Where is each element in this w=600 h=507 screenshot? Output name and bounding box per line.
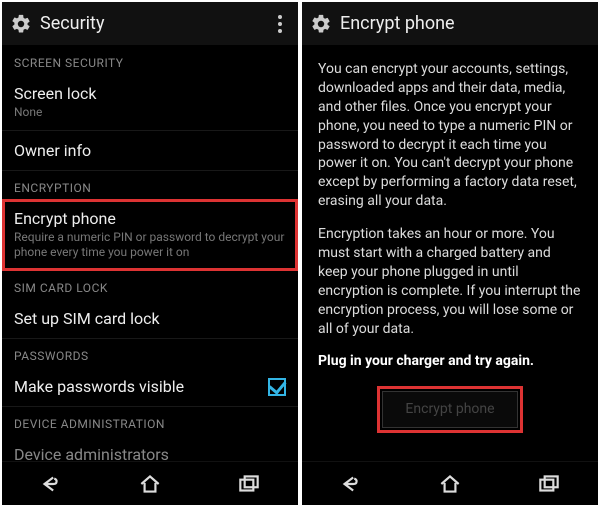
- encrypt-phone-screen: Encrypt phone You can encrypt your accou…: [302, 2, 598, 505]
- row-title: Screen lock: [14, 84, 286, 103]
- settings-list: SCREEN SECURITY Screen lock None Owner i…: [2, 46, 298, 461]
- row-title: Make passwords visible: [14, 377, 268, 396]
- appbar: Encrypt phone: [302, 2, 598, 46]
- gear-icon: [10, 13, 32, 35]
- appbar-title: Security: [40, 13, 104, 34]
- security-settings-screen: Security SCREEN SECURITY Screen lock Non…: [2, 2, 298, 505]
- home-icon[interactable]: [137, 471, 163, 497]
- section-header-screen-security: SCREEN SECURITY: [2, 46, 298, 74]
- row-sim-lock[interactable]: Set up SIM card lock: [2, 299, 298, 339]
- description-warning: Plug in your charger and try again.: [318, 352, 582, 371]
- row-subtitle: None: [14, 105, 286, 120]
- row-title: Owner info: [14, 141, 286, 160]
- section-header-device-admin: DEVICE ADMINISTRATION: [2, 407, 298, 435]
- row-encrypt-phone[interactable]: Encrypt phone Require a numeric PIN or p…: [2, 199, 298, 271]
- row-owner-info[interactable]: Owner info: [2, 131, 298, 171]
- row-passwords-visible[interactable]: Make passwords visible: [2, 367, 298, 407]
- section-header-sim: SIM CARD LOCK: [2, 271, 298, 299]
- encrypt-description: You can encrypt your accounts, settings,…: [302, 46, 598, 461]
- row-title: Device administrators: [14, 445, 286, 461]
- encrypt-phone-button[interactable]: Encrypt phone: [382, 391, 517, 428]
- section-header-passwords: PASSWORDS: [2, 339, 298, 367]
- navbar: [302, 461, 598, 505]
- navbar: [2, 461, 298, 505]
- overflow-menu-icon[interactable]: [270, 15, 290, 33]
- recents-icon[interactable]: [536, 471, 562, 497]
- recents-icon[interactable]: [236, 471, 262, 497]
- description-paragraph-2: Encryption takes an hour or more. You mu…: [318, 225, 582, 338]
- section-header-encryption: ENCRYPTION: [2, 171, 298, 199]
- row-title: Set up SIM card lock: [14, 309, 286, 328]
- row-screen-lock[interactable]: Screen lock None: [2, 74, 298, 131]
- gear-icon: [310, 13, 332, 35]
- row-subtitle: Require a numeric PIN or password to dec…: [14, 230, 286, 260]
- back-icon[interactable]: [38, 471, 64, 497]
- row-device-admin[interactable]: Device administrators: [2, 435, 298, 461]
- appbar-title: Encrypt phone: [340, 13, 455, 34]
- row-title: Encrypt phone: [14, 209, 286, 228]
- home-icon[interactable]: [437, 471, 463, 497]
- checkbox-checked-icon[interactable]: [268, 378, 286, 396]
- appbar: Security: [2, 2, 298, 46]
- back-icon[interactable]: [338, 471, 364, 497]
- description-paragraph-1: You can encrypt your accounts, settings,…: [318, 60, 582, 211]
